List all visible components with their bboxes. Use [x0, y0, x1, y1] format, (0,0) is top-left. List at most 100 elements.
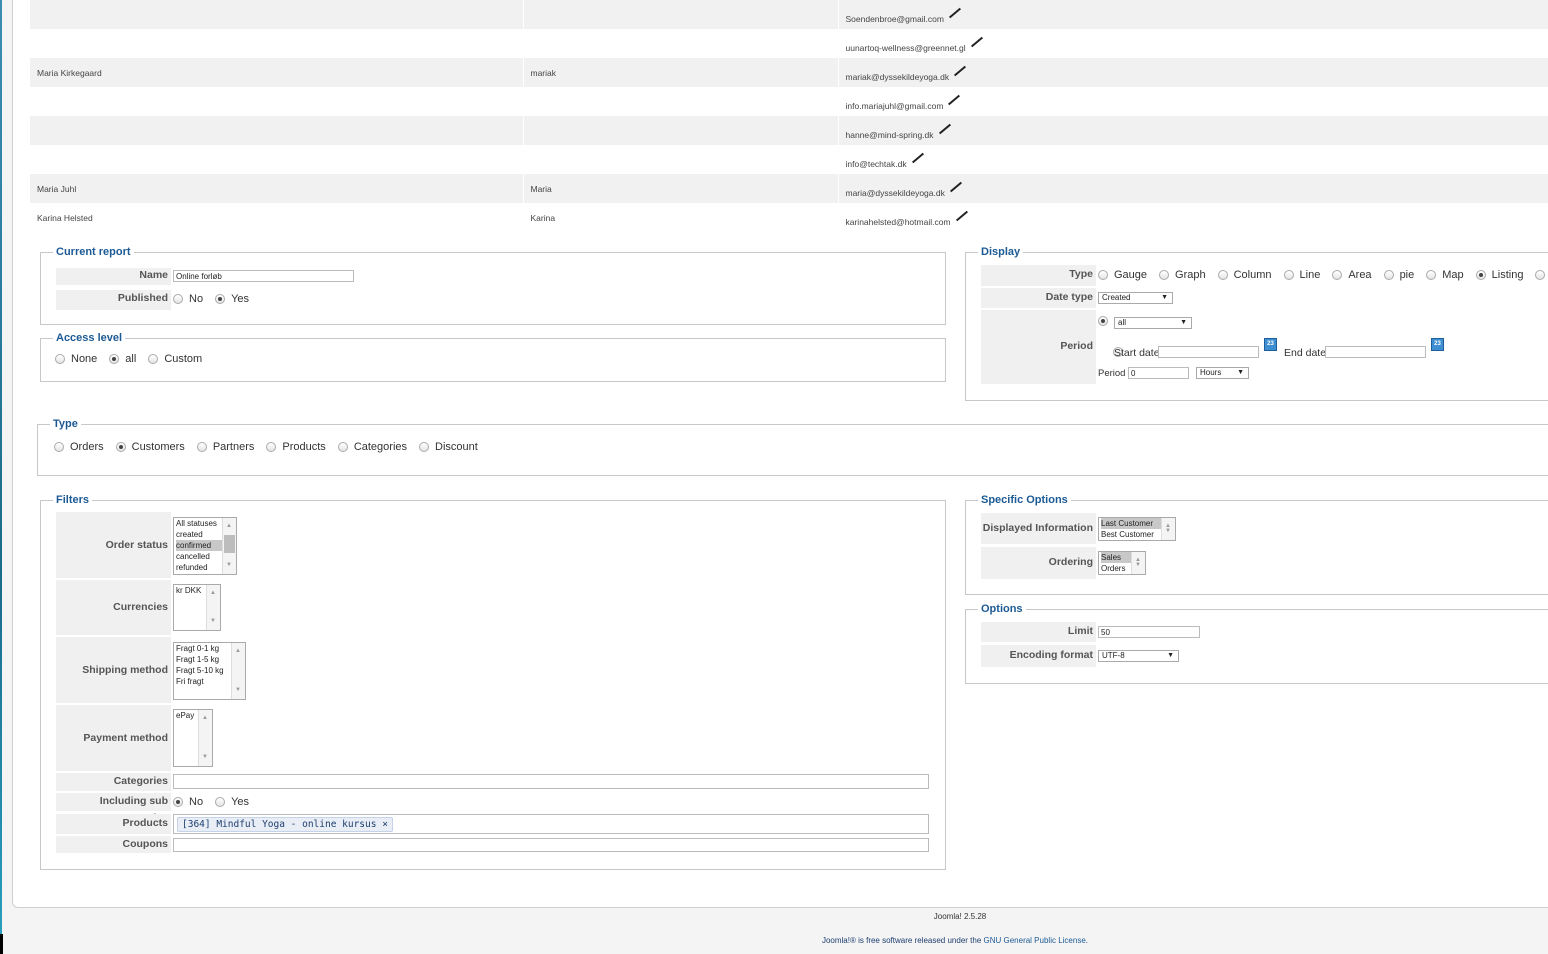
- access-all-radio[interactable]: [109, 354, 120, 364]
- gpl-link[interactable]: GNU General Public License: [984, 936, 1086, 945]
- edit-pencil-icon[interactable]: [970, 36, 983, 47]
- encoding-select[interactable]: UTF-8 ▼: [1098, 650, 1179, 662]
- type-legend: Type: [53, 418, 78, 430]
- report-type-partners-label: Partners: [212, 441, 255, 453]
- email-cell: info@techtak.dk: [838, 145, 1548, 174]
- scroll-down-icon[interactable]: ▼: [226, 560, 232, 571]
- limit-input[interactable]: [1098, 626, 1200, 638]
- email-cell: Soendenbroe@gmail.com: [838, 0, 1548, 29]
- start-date-input[interactable]: [1158, 346, 1259, 358]
- scroll-down-icon[interactable]: ▼: [1165, 526, 1171, 537]
- ordering-label: Ordering: [981, 547, 1096, 579]
- display-type-map-radio[interactable]: [1426, 270, 1437, 280]
- payment-method-list[interactable]: ePay ▲ ▼: [173, 709, 213, 767]
- email-cell: uunartoq-wellness@greennet.gl: [838, 29, 1548, 58]
- calendar-icon[interactable]: 23: [1431, 338, 1444, 351]
- coupons-input[interactable]: [173, 838, 929, 852]
- report-type-orders-radio[interactable]: [54, 442, 64, 452]
- edit-pencil-icon[interactable]: [938, 123, 951, 134]
- end-date-input[interactable]: [1325, 346, 1426, 358]
- sub-categories-no-radio[interactable]: [173, 797, 183, 807]
- scrollbar[interactable]: ▲ ▼: [222, 518, 236, 574]
- report-type-partners-radio[interactable]: [196, 442, 207, 452]
- edit-pencil-icon[interactable]: [948, 7, 961, 18]
- product-tag[interactable]: [364] Mindful Yoga - online kursus ×: [177, 817, 393, 832]
- scroll-down-icon[interactable]: ▼: [235, 685, 241, 696]
- report-type-customers-radio[interactable]: [115, 442, 126, 452]
- display-type-label: Type: [981, 265, 1096, 286]
- scroll-up-icon[interactable]: ▲: [210, 588, 216, 599]
- display-type-listing-radio[interactable]: [1475, 270, 1486, 280]
- sub-categories-label: Including sub categories: [56, 793, 171, 824]
- published-yes-radio[interactable]: [215, 294, 226, 304]
- scroll-thumb[interactable]: [224, 535, 235, 553]
- period-all-select[interactable]: all ▼: [1114, 317, 1192, 329]
- email-text: hanne@mind-spring.dk: [845, 129, 934, 140]
- results-table: Soendenbroe@gmail.com uunartoq-wellness@g…: [30, 0, 1548, 232]
- display-type-column-radio[interactable]: [1217, 270, 1228, 280]
- email-text: maria@dyssekildeyoga.dk: [845, 187, 945, 198]
- report-type-categories-radio[interactable]: [337, 442, 348, 452]
- published-no-radio[interactable]: [173, 294, 183, 304]
- table-row: Maria Juhl Maria maria@dyssekildeyoga.dk: [30, 174, 1548, 203]
- report-type-discount-radio[interactable]: [419, 442, 430, 452]
- date-type-select[interactable]: Created ▼: [1098, 292, 1173, 304]
- scrollbar[interactable]: ▲ ▼: [1161, 518, 1175, 540]
- period-unit-select[interactable]: Hours ▼: [1196, 367, 1249, 379]
- report-type-products-radio[interactable]: [266, 442, 277, 452]
- scroll-up-icon[interactable]: ▲: [235, 646, 241, 657]
- email-text: info@techtak.dk: [845, 158, 907, 169]
- display-type-gauge-radio[interactable]: [1098, 270, 1108, 280]
- scroll-down-icon[interactable]: ▼: [202, 752, 208, 763]
- display-type-line-radio[interactable]: [1283, 270, 1294, 280]
- encoding-value: UTF-8: [1102, 651, 1125, 660]
- ordering-list[interactable]: Sales Orders ▲ ▼: [1098, 551, 1146, 575]
- categories-input[interactable]: [173, 774, 929, 789]
- period-all-radio[interactable]: [1098, 316, 1108, 326]
- username-cell: [523, 116, 839, 145]
- edit-pencil-icon[interactable]: [949, 181, 962, 192]
- email-text: info.mariajuhl@gmail.com: [845, 100, 944, 111]
- email-cell: hanne@mind-spring.dk: [838, 116, 1548, 145]
- scroll-up-icon[interactable]: ▲: [226, 521, 232, 532]
- username-cell: [523, 0, 839, 29]
- scrollbar[interactable]: ▲ ▼: [198, 710, 212, 766]
- table-row: Maria Kirkegaard mariak mariak@dyssekildey…: [30, 58, 1548, 87]
- scrollbar[interactable]: ▲ ▼: [1131, 552, 1145, 574]
- order-status-label: Order status: [56, 512, 171, 578]
- table-row: info.mariajuhl@gmail.com: [30, 87, 1548, 116]
- close-icon[interactable]: ×: [382, 819, 388, 830]
- username-cell: Karina: [523, 203, 839, 232]
- scrollbar[interactable]: ▲ ▼: [206, 585, 220, 630]
- edit-pencil-icon[interactable]: [954, 65, 967, 76]
- edit-pencil-icon[interactable]: [955, 210, 968, 221]
- scroll-down-icon[interactable]: ▼: [1135, 560, 1141, 571]
- license-suffix: .: [1085, 936, 1089, 945]
- display-type-table-radio[interactable]: [1535, 270, 1546, 280]
- table-row: info@techtak.dk: [30, 145, 1548, 174]
- scrollbar[interactable]: ▲ ▼: [231, 643, 245, 699]
- products-label: Products: [56, 814, 171, 834]
- shipping-method-list[interactable]: Fragt 0-1 kg Fragt 1-5 kg Fragt 5-10 kg Fri…: [173, 642, 246, 700]
- display-type-area-radio[interactable]: [1332, 270, 1343, 280]
- customer-name-cell: Maria Kirkegaard: [30, 58, 524, 87]
- product-tag-label: [364] Mindful Yoga - online kursus: [182, 819, 377, 830]
- display-type-graph-radio[interactable]: [1159, 270, 1170, 280]
- scroll-up-icon[interactable]: ▲: [202, 713, 208, 724]
- sub-categories-yes-radio[interactable]: [215, 797, 226, 807]
- display-type-pie-radio[interactable]: [1383, 270, 1394, 280]
- email-cell: karinahelsted@hotmail.com: [838, 203, 1548, 232]
- scroll-down-icon[interactable]: ▼: [210, 616, 216, 627]
- access-none-radio[interactable]: [55, 354, 65, 364]
- report-name-input[interactable]: [173, 270, 354, 282]
- period-value-input[interactable]: [1128, 367, 1189, 379]
- access-custom-radio[interactable]: [148, 354, 159, 364]
- order-status-list[interactable]: All statuses created confirmed cancelled ref…: [173, 517, 237, 575]
- edit-pencil-icon[interactable]: [911, 152, 924, 163]
- edit-pencil-icon[interactable]: [948, 94, 961, 105]
- currencies-list[interactable]: kr DKK ▲ ▼: [173, 584, 221, 631]
- displayed-info-list[interactable]: Last Customer Best Customer ▲ ▼: [1098, 517, 1176, 541]
- calendar-icon[interactable]: 23: [1264, 338, 1277, 351]
- limit-label: Limit: [981, 622, 1096, 642]
- access-all-label: all: [125, 353, 137, 365]
